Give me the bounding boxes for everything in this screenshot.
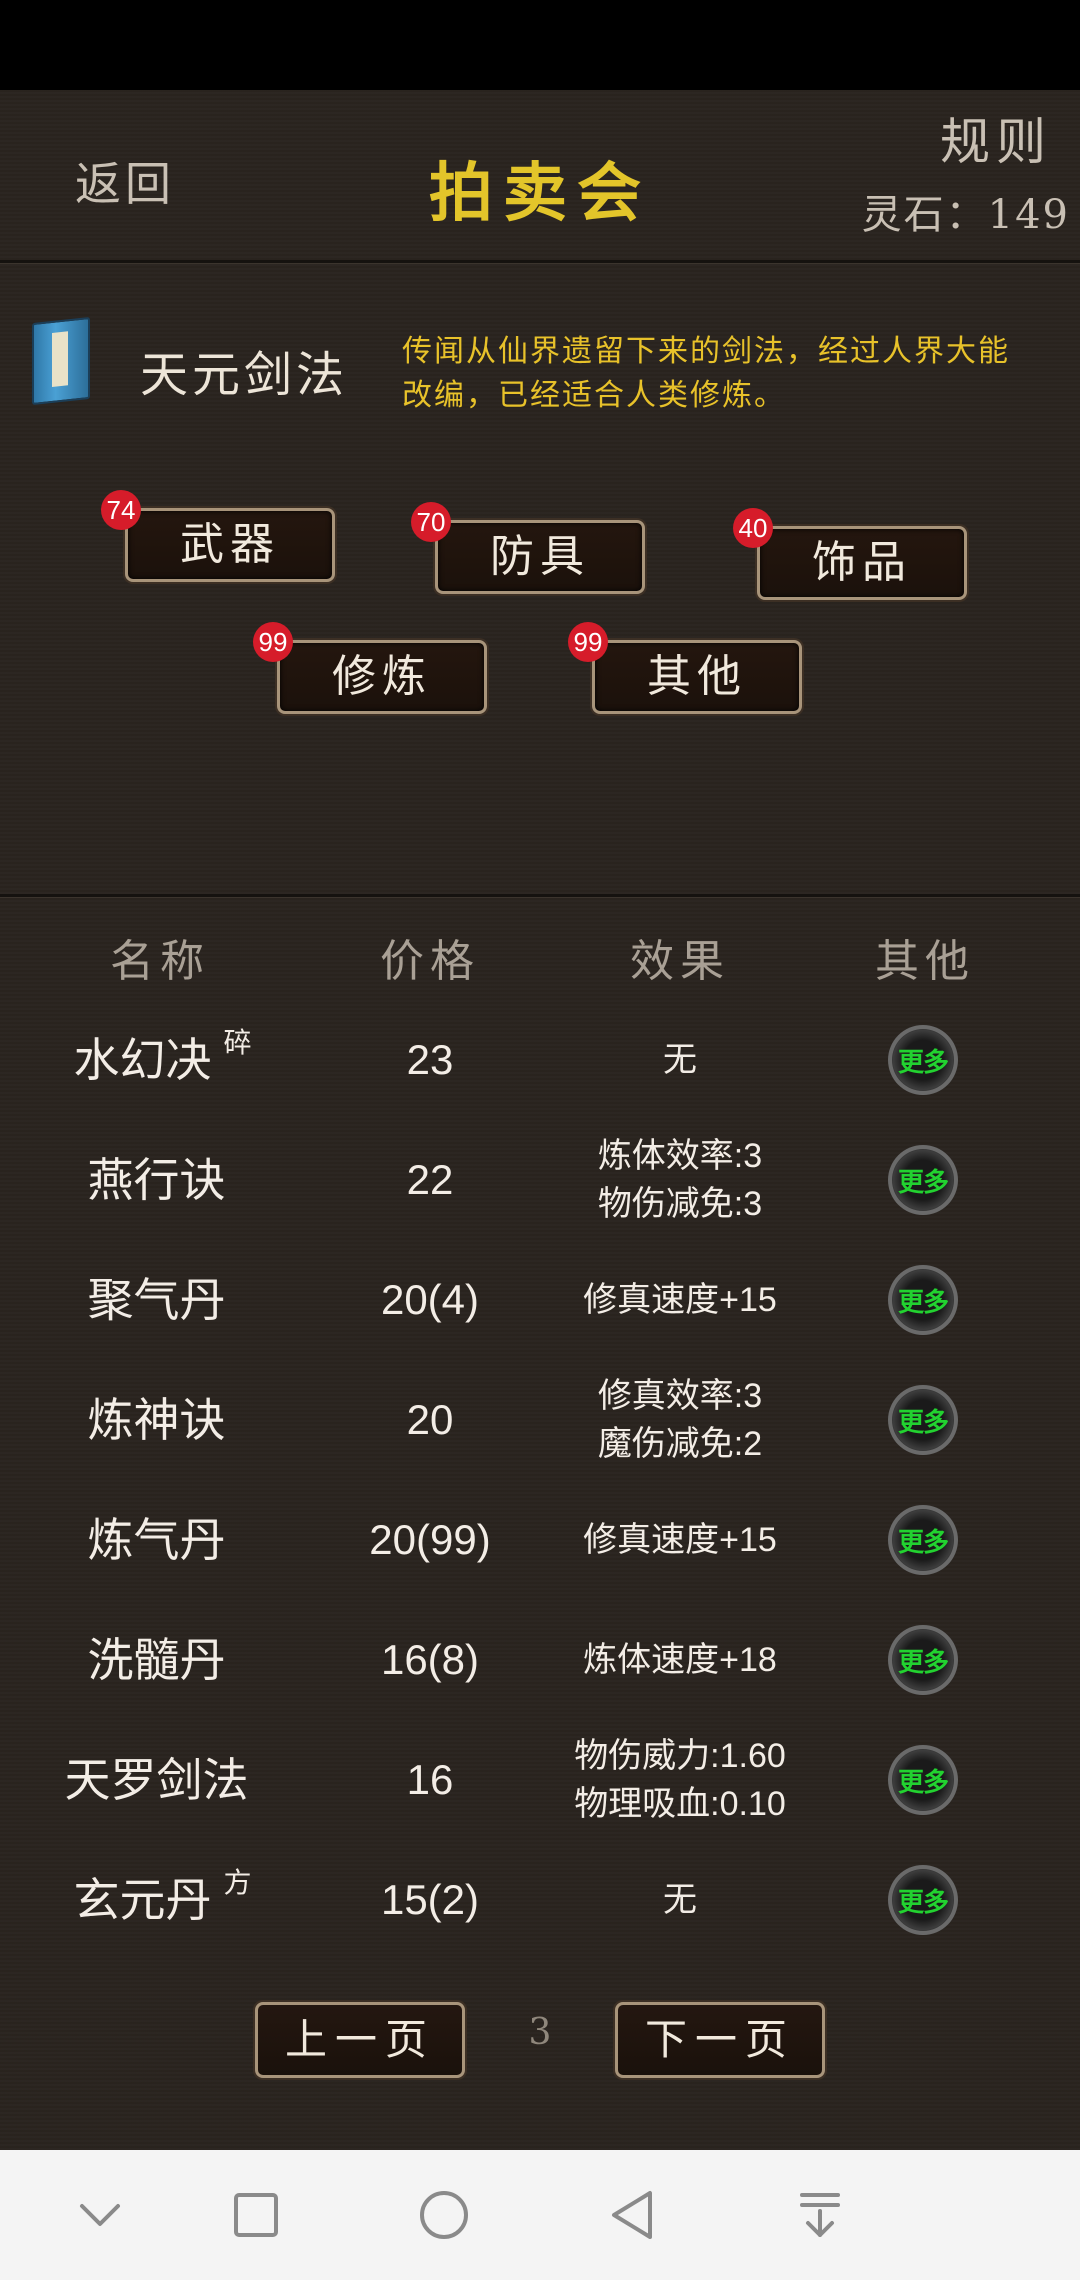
back-triangle-icon[interactable] — [572, 2150, 692, 2280]
spirit-stone-balance: 灵石：149 — [861, 192, 1070, 238]
table-row[interactable]: 天罗剑法 16 物伤威力:1.60 物理吸血:0.10 更多 — [0, 1720, 1080, 1840]
home-circle-icon[interactable] — [384, 2150, 504, 2280]
more-button[interactable]: 更多 — [888, 1385, 958, 1455]
more-button[interactable]: 更多 — [888, 1025, 958, 1095]
item-name-cell: 炼气丹 — [30, 1480, 295, 1600]
item-effect: 无 — [530, 1840, 830, 1960]
item-name: 燕行诀 — [87, 1154, 226, 1206]
item-effect: 炼体效率:3 物伤减免:3 — [530, 1120, 830, 1240]
section-divider — [0, 894, 1080, 898]
category-label: 饰品 — [812, 537, 912, 588]
item-name: 洗髓丹 — [87, 1634, 226, 1686]
more-button[interactable]: 更多 — [888, 1865, 958, 1935]
item-name: 炼神诀 — [87, 1394, 226, 1446]
more-button[interactable]: 更多 — [888, 1625, 958, 1695]
skill-book-icon — [32, 316, 90, 406]
more-button[interactable]: 更多 — [888, 1745, 958, 1815]
item-effect: 炼体速度+18 — [530, 1600, 830, 1720]
status-bar — [0, 0, 1080, 90]
item-name-cell: 炼神诀 — [30, 1360, 295, 1480]
item-tag: 方 — [223, 1867, 252, 1898]
item-price: 16(8) — [380, 1636, 480, 1683]
auction-screen: 返回 拍卖会 规则 灵石：149 天元剑法 传闻从仙界遗留下来的剑法，经过人界大… — [0, 90, 1080, 2150]
item-name: 天罗剑法 — [64, 1754, 249, 1806]
more-button[interactable]: 更多 — [888, 1145, 958, 1215]
effect-line: 修真速度+15 — [583, 1521, 777, 1559]
item-name: 聚气丹 — [87, 1274, 226, 1326]
effect-line: 物伤减免:3 — [597, 1185, 763, 1223]
item-name-cell: 天罗剑法 — [30, 1720, 295, 1840]
system-navigation-bar — [0, 2150, 1080, 2280]
category-weapon-button[interactable]: 武器 — [125, 508, 335, 582]
effect-line: 炼体速度+18 — [583, 1641, 777, 1679]
item-price: 23 — [406, 1036, 454, 1083]
next-page-button[interactable]: 下一页 — [615, 2002, 825, 2078]
item-price: 22 — [406, 1156, 454, 1203]
item-name: 炼气丹 — [87, 1514, 226, 1566]
effect-line: 无 — [663, 1881, 697, 1919]
column-header-price: 价格 — [380, 936, 480, 987]
item-price: 20(99) — [369, 1516, 491, 1563]
table-row[interactable]: 玄元丹方 15(2) 无 更多 — [0, 1840, 1080, 1960]
recent-apps-square-icon[interactable] — [196, 2150, 316, 2280]
effect-line: 物伤威力:1.60 — [574, 1737, 786, 1775]
effect-line: 魔伤减免:2 — [597, 1425, 763, 1463]
more-button[interactable]: 更多 — [888, 1505, 958, 1575]
item-name: 玄元丹 — [73, 1874, 212, 1926]
item-name-cell: 玄元丹方 — [30, 1840, 295, 1960]
item-price: 15(2) — [380, 1876, 480, 1923]
table-row[interactable]: 聚气丹 20(4) 修真速度+15 更多 — [0, 1240, 1080, 1360]
item-effect: 物伤威力:1.60 物理吸血:0.10 — [530, 1720, 830, 1840]
pull-down-notification-icon[interactable] — [760, 2150, 880, 2280]
column-header-other: 其他 — [875, 936, 975, 987]
category-label: 防具 — [490, 531, 590, 582]
item-name-cell: 燕行诀 — [30, 1120, 295, 1240]
header-divider — [0, 260, 1080, 264]
item-effect: 修真速度+15 — [530, 1240, 830, 1360]
item-effect: 修真效率:3 魔伤减免:2 — [530, 1360, 830, 1480]
prev-page-button[interactable]: 上一页 — [255, 2002, 465, 2078]
item-effect: 无 — [530, 1000, 830, 1120]
category-count-badge: 99 — [568, 622, 608, 662]
table-row[interactable]: 洗髓丹 16(8) 炼体速度+18 更多 — [0, 1600, 1080, 1720]
item-name: 水幻决 — [73, 1034, 212, 1086]
effect-line: 物理吸血:0.10 — [574, 1785, 786, 1823]
effect-line: 修真效率:3 — [597, 1377, 763, 1415]
item-effect: 修真速度+15 — [530, 1480, 830, 1600]
more-button[interactable]: 更多 — [888, 1265, 958, 1335]
page-number: 3 — [528, 2012, 552, 2053]
column-header-effect: 效果 — [630, 936, 730, 987]
featured-item-name: 天元剑法 — [140, 347, 349, 403]
category-label: 修炼 — [332, 651, 432, 702]
category-armor-button[interactable]: 防具 — [435, 520, 645, 594]
rules-button[interactable]: 规则 — [940, 102, 1052, 174]
table-row[interactable]: 炼气丹 20(99) 修真速度+15 更多 — [0, 1480, 1080, 1600]
category-label: 武器 — [180, 519, 280, 570]
column-header-name: 名称 — [110, 936, 210, 987]
featured-item-description: 传闻从仙界遗留下来的剑法，经过人界大能改编，已经适合人类修炼。 — [402, 334, 1010, 413]
category-count-badge: 70 — [411, 502, 451, 542]
item-price: 20 — [406, 1396, 454, 1443]
category-count-badge: 40 — [733, 508, 773, 548]
table-row[interactable]: 水幻决碎 23 无 更多 — [0, 1000, 1080, 1120]
category-count-badge: 99 — [253, 622, 293, 662]
item-name-cell: 聚气丹 — [30, 1240, 295, 1360]
category-count-badge: 74 — [101, 490, 141, 530]
item-price: 20(4) — [380, 1276, 480, 1323]
item-tag: 碎 — [223, 1027, 252, 1058]
table-row[interactable]: 炼神诀 20 修真效率:3 魔伤减免:2 更多 — [0, 1360, 1080, 1480]
effect-line: 无 — [663, 1041, 697, 1079]
item-name-cell: 水幻决碎 — [30, 1000, 295, 1120]
item-price: 16 — [406, 1756, 454, 1803]
effect-line: 修真速度+15 — [583, 1281, 777, 1319]
category-cultivation-button[interactable]: 修炼 — [277, 640, 487, 714]
category-other-button[interactable]: 其他 — [592, 640, 802, 714]
category-label: 其他 — [647, 651, 747, 702]
table-row[interactable]: 燕行诀 22 炼体效率:3 物伤减免:3 更多 — [0, 1120, 1080, 1240]
chevron-down-icon[interactable] — [40, 2150, 160, 2280]
item-name-cell: 洗髓丹 — [30, 1600, 295, 1720]
effect-line: 炼体效率:3 — [597, 1137, 763, 1175]
category-accessory-button[interactable]: 饰品 — [757, 526, 967, 600]
